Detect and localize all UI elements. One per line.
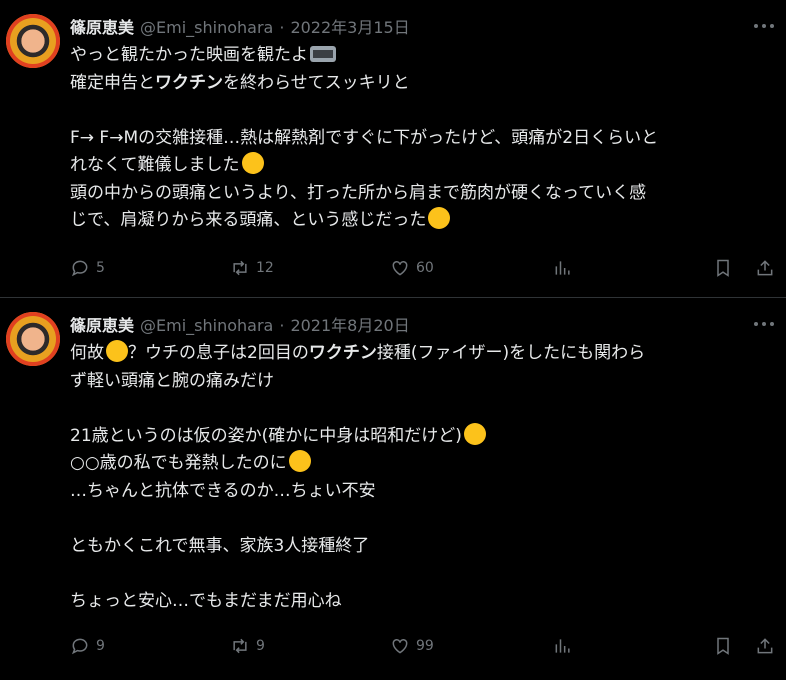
tweet-text: やっと観たかった映画を観たよ 確定申告とワクチンを終わらせてスッキリと F→ F… [70, 42, 780, 235]
text-line: 確定申告とワクチンを終わらせてスッキリと [70, 72, 410, 93]
retweet-icon [233, 638, 247, 654]
text-line: れなくて難儀しました [70, 152, 780, 180]
avatar[interactable] [6, 312, 60, 366]
share-icon [757, 638, 773, 654]
bold-keyword: ワクチン [308, 343, 377, 363]
text-line: ともかくこれで無事、家族3人接種終了 [70, 535, 370, 556]
like-count: 60 [416, 260, 434, 276]
text-line: じで、肩凝りから来る頭痛、という感じだった [70, 207, 780, 235]
tweet[interactable]: 篠原恵美 @Emi_shinohara · 2021年8月20日 何故 ？ウチの息… [0, 298, 786, 680]
disappointed-face-emoji [241, 152, 264, 174]
share-button[interactable] [755, 258, 775, 278]
text-line: ず軽い頭痛と腕の痛みだけ [70, 370, 274, 391]
heart-icon [392, 638, 408, 654]
text-line: ○○歳の私でも発熱したのに [70, 450, 780, 478]
retweet-count: 9 [256, 638, 265, 654]
reply-button[interactable]: 9 [70, 636, 105, 656]
tweet[interactable]: 篠原恵美 @Emi_shinohara · 2022年3月15日 やっと観たかっ… [0, 0, 786, 298]
share-button[interactable] [755, 636, 775, 656]
text-line: 頭の中からの頭痛というより、打った所から肩まで筋肉が硬くなっていく感 [70, 182, 647, 203]
display-name[interactable]: 篠原恵美 [70, 312, 134, 336]
bookmark-button[interactable] [713, 258, 733, 278]
avatar[interactable] [6, 14, 60, 68]
views-button[interactable] [553, 636, 573, 656]
reply-count: 5 [96, 260, 105, 276]
retweet-icon [233, 260, 247, 276]
like-button[interactable]: 99 [390, 636, 434, 656]
reply-icon [71, 260, 88, 277]
like-count: 99 [416, 638, 434, 654]
retweet-button[interactable]: 9 [230, 636, 265, 656]
text-line: やっと観たかった映画を観たよ [70, 42, 780, 70]
separator: · [279, 18, 285, 37]
separator: · [279, 316, 285, 335]
tweet-date[interactable]: 2022年3月15日 [290, 14, 409, 38]
user-handle[interactable]: @Emi_shinohara [140, 18, 273, 37]
tweet-date[interactable]: 2021年8月20日 [290, 312, 409, 336]
more-options-icon[interactable] [754, 18, 774, 34]
text-line: F→ F→Mの交雑接種…熱は解熱剤ですぐに下がったけど、頭痛が2日くらいと [70, 127, 659, 148]
share-icon [757, 260, 773, 276]
tweet-text: 何故 ？ウチの息子は2回目のワクチン接種(ファイザー)をしたにも関わら ず軽い頭痛… [70, 340, 780, 615]
text-line: …ちゃんと抗体できるのか…ちょい不安 [70, 480, 376, 501]
tweet-header: 篠原恵美 @Emi_shinohara · 2022年3月15日 [70, 14, 746, 38]
heart-icon [392, 260, 408, 276]
bar-chart-icon [555, 639, 570, 653]
tweet-header: 篠原恵美 @Emi_shinohara · 2021年8月20日 [70, 312, 746, 336]
like-button[interactable]: 60 [390, 258, 434, 278]
views-button[interactable] [553, 258, 573, 278]
retweet-button[interactable]: 12 [230, 258, 274, 278]
reply-button[interactable]: 5 [70, 258, 105, 278]
user-handle[interactable]: @Emi_shinohara [140, 316, 273, 335]
face-with-rolling-eyes-emoji [288, 450, 311, 472]
display-name[interactable]: 篠原恵美 [70, 14, 134, 38]
bold-keyword: ワクチン [155, 72, 223, 93]
reply-icon [71, 638, 88, 655]
retweet-count: 12 [256, 260, 274, 276]
flushed-face-emoji [463, 422, 486, 445]
film-frames-emoji [310, 46, 336, 62]
bar-chart-icon [555, 261, 570, 275]
text-line: 21歳というのは仮の姿か(確かに中身は昭和だけど) [70, 422, 780, 451]
text-line: ちょっと安心…でもまだまだ用心ね [70, 590, 342, 611]
bookmark-button[interactable] [713, 636, 733, 656]
bookmark-icon [717, 259, 729, 277]
text-line: 何故 ？ウチの息子は2回目のワクチン接種(ファイザー)をしたにも関わら [70, 340, 780, 368]
tweet-actions: 9 9 99 [70, 634, 776, 658]
worried-face-emoji [428, 207, 451, 229]
reply-count: 9 [96, 638, 105, 654]
tweet-actions: 5 12 60 [70, 256, 776, 280]
bookmark-icon [717, 637, 729, 655]
hushed-face-emoji [106, 340, 128, 362]
more-options-icon[interactable] [754, 316, 774, 332]
